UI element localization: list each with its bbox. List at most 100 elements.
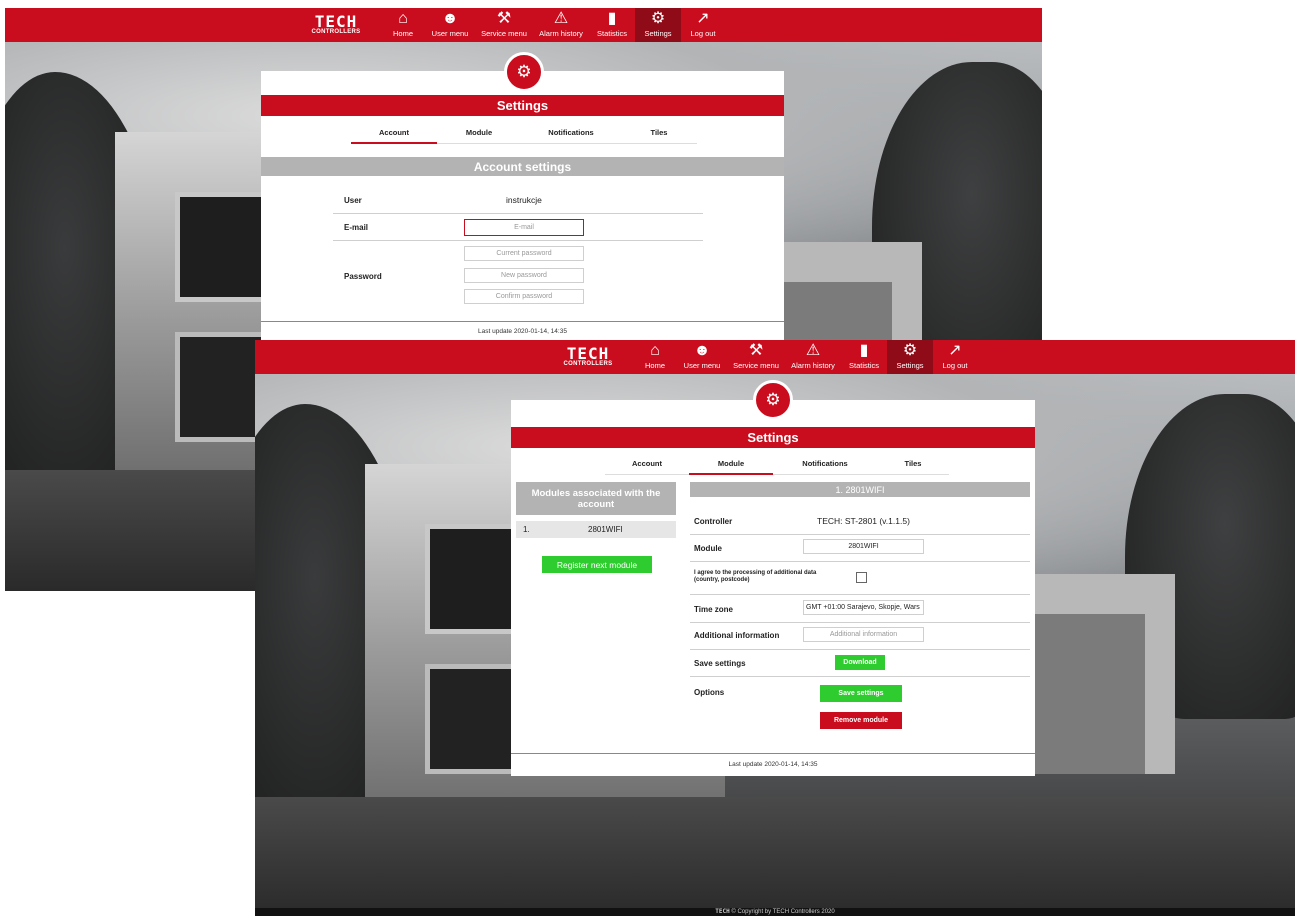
nav-user-menu[interactable]: ☻ User menu [425,8,475,42]
nav-label: Log out [690,29,716,38]
nav-label: Settings [896,361,924,370]
tab-tiles[interactable]: Tiles [621,124,697,144]
divider [690,622,1030,623]
settings-sliders-icon: ⚙ [753,380,793,420]
nav-settings[interactable]: ⚙ Settings [635,8,681,42]
logo-text: TECH [566,344,610,363]
module-name: 2801WIFI [588,525,623,534]
remove-module-button[interactable]: Remove module [820,712,902,729]
logo-subtext: CONTROLLERS [311,29,361,35]
home-icon: ⌂ [650,342,660,359]
nav-home[interactable]: ⌂ Home [633,340,677,374]
nav-label: Service menu [481,29,527,38]
nav-alarm-history[interactable]: ⚠ Alarm history [785,340,841,374]
controller-value: TECH: ST-2801 (v.1.1.5) [817,516,910,526]
nav-label: Alarm history [539,29,583,38]
nav-log-out[interactable]: ↗ Log out [933,340,977,374]
new-password-input[interactable]: New password [464,268,584,283]
user-label: User [344,196,362,205]
save-settings-label: Save settings [694,659,746,668]
divider [333,213,703,214]
nav-statistics[interactable]: ▮ Statistics [589,8,635,42]
top-navigation-bar: TECH CONTROLLERS ⌂ Home ☻ User menu ⚒ Servi… [5,8,1042,42]
current-password-input[interactable]: Current password [464,246,584,261]
consent-checkbox[interactable] [856,572,867,583]
nav-label: Home [644,361,665,370]
statistics-icon: ▮ [607,10,617,27]
divider [690,561,1030,562]
alarm-icon: ⚠ [805,342,821,359]
footer-divider [511,753,1035,754]
module-detail-header: 1. 2801WIFI [690,482,1030,497]
module-list-item[interactable]: 1. 2801WIFI [516,521,676,538]
nav-label: User menu [431,29,469,38]
tab-account[interactable]: Account [351,124,437,144]
tech-logo[interactable]: TECH CONTROLLERS [557,340,619,374]
email-label: E-mail [344,223,369,232]
tab-account[interactable]: Account [605,455,689,475]
divider [690,534,1030,535]
logout-icon: ↗ [696,10,710,27]
settings-sliders-icon: ⚙ [650,10,666,27]
divider [333,240,703,241]
copyright-text: © Copyright by TECH Controllers 2020 [731,909,835,915]
module-name-input[interactable]: 2801WIFI [803,539,924,554]
settings-title: Settings [261,95,784,116]
save-settings-button[interactable]: Save settings [820,685,902,702]
nav-log-out[interactable]: ↗ Log out [681,8,725,42]
nav-statistics[interactable]: ▮ Statistics [841,340,887,374]
alarm-icon: ⚠ [553,10,569,27]
nav-service-menu[interactable]: ⚒ Service menu [727,340,785,374]
options-label: Options [694,688,725,697]
settings-tabs: Account Module Notifications Tiles [351,124,697,144]
tab-notifications[interactable]: Notifications [521,124,621,144]
settings-sliders-icon: ⚙ [902,342,918,359]
statistics-icon: ▮ [859,342,869,359]
nav-label: User menu [683,361,721,370]
service-menu-icon: ⚒ [748,342,764,359]
nav-settings[interactable]: ⚙ Settings [887,340,933,374]
user-value: instrukcje [506,195,542,205]
user-menu-icon: ☻ [441,10,459,27]
nav-alarm-history[interactable]: ⚠ Alarm history [533,8,589,42]
logo-text: TECH [314,12,358,31]
nav-label: Log out [942,361,968,370]
confirm-password-input[interactable]: Confirm password [464,289,584,304]
divider [690,594,1030,595]
additional-info-input[interactable]: Additional information [803,627,924,642]
tab-notifications[interactable]: Notifications [773,455,877,475]
settings-sliders-icon: ⚙ [504,52,544,92]
nav-label: Statistics [848,361,879,370]
timezone-select[interactable]: GMT +01:00 Sarajevo, Skopje, Wars [803,600,924,615]
module-settings-window: TECH CONTROLLERS ⌂ Home ☻ User menu ⚒ Servi… [255,340,1295,916]
download-button[interactable]: Download [835,655,885,670]
logo-subtext: CONTROLLERS [563,361,613,367]
copyright-logo: TECH [715,908,730,915]
user-menu-icon: ☻ [693,342,711,359]
settings-panel: Settings Account Module Notifications Ti… [261,71,784,346]
nav-home[interactable]: ⌂ Home [381,8,425,42]
email-input[interactable]: E-mail [464,219,584,236]
tab-tiles[interactable]: Tiles [877,455,949,475]
settings-tabs: Account Module Notifications Tiles [605,455,949,475]
nav-label: Alarm history [791,361,835,370]
nav-label: Service menu [733,361,779,370]
home-icon: ⌂ [398,10,408,27]
settings-panel: Settings Account Module Notifications Ti… [511,400,1035,776]
nav-user-menu[interactable]: ☻ User menu [677,340,727,374]
tab-module[interactable]: Module [689,455,773,475]
tab-module[interactable]: Module [437,124,521,144]
last-update: Last update 2020-01-14, 14:35 [728,761,818,768]
nav-label: Statistics [596,29,627,38]
logout-icon: ↗ [948,342,962,359]
tech-logo[interactable]: TECH CONTROLLERS [305,8,367,42]
module-index: 1. [523,525,530,534]
last-update: Last update 2020-01-14, 14:35 [478,328,567,335]
nav-service-menu[interactable]: ⚒ Service menu [475,8,533,42]
settings-title: Settings [511,427,1035,448]
divider [690,649,1030,650]
password-label: Password [344,272,382,281]
module-label: Module [694,544,722,553]
consent-label: I agree to the processing of additional … [694,570,817,583]
register-next-module-button[interactable]: Register next module [542,556,652,573]
